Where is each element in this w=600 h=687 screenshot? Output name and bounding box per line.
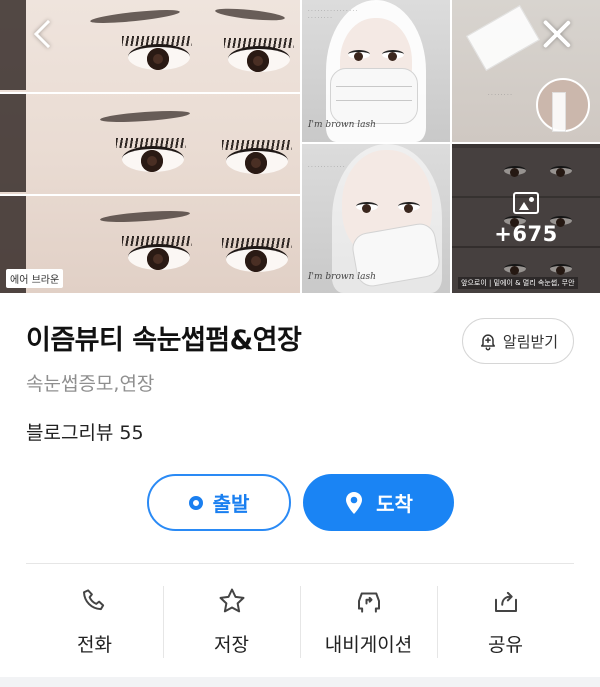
review-label: 블로그리뷰 — [26, 422, 114, 444]
eye — [382, 50, 404, 61]
save-label: 저장 — [214, 634, 249, 656]
more-photos-overlay[interactable]: +675 — [452, 144, 600, 293]
description-text: · · · · · · · · · · · · · · · · · · · · … — [308, 8, 358, 21]
bell-plus-icon — [480, 334, 495, 351]
photo-divider — [0, 194, 300, 196]
hair — [0, 94, 26, 192]
navigation-button[interactable]: 내비게이션 — [300, 566, 437, 676]
eye — [128, 44, 190, 70]
thumbnail-photo[interactable]: · · · · · · · · · · · · · · · · · · · · … — [302, 0, 450, 142]
share-label: 공유 — [488, 634, 523, 656]
description-text: · · · · · · · · · · · · — [308, 164, 345, 170]
watermark: I'm brown lash — [308, 272, 376, 282]
action-bar: 전화 저장 내비게이션 공유 — [26, 566, 574, 676]
navigation-label: 내비게이션 — [324, 634, 413, 656]
photo-caption: 앞으로이 | 밑에이 & 멀리 속눈썹, 무안 — [458, 277, 578, 289]
depart-label: 출발 — [212, 492, 250, 516]
notify-label: 알림받기 — [502, 332, 559, 351]
photo-caption-tag: 에어 브라운 — [6, 269, 64, 288]
eyebrow — [89, 7, 181, 26]
more-photos-count: +675 — [494, 221, 558, 246]
close-button[interactable] — [535, 12, 579, 56]
save-button[interactable]: 저장 — [163, 566, 300, 676]
eyebrow — [99, 108, 191, 125]
ring-icon — [188, 495, 203, 510]
share-icon — [494, 591, 517, 612]
eyebrow — [214, 6, 286, 23]
eyebrow — [99, 208, 191, 225]
share-button[interactable]: 공유 — [437, 566, 574, 676]
close-icon — [541, 18, 573, 50]
more-photos-tile[interactable]: +675 앞으로이 | 밑에이 & 멀리 속눈썹, 무안 — [452, 144, 600, 293]
arrive-label: 도착 — [376, 492, 413, 516]
face-mask — [330, 68, 418, 124]
watermark: I'm brown lash — [308, 120, 376, 130]
bottom-section-spacer — [0, 677, 600, 687]
lash-tape — [466, 5, 540, 71]
phone-icon — [82, 589, 104, 611]
eye — [122, 146, 184, 172]
call-button[interactable]: 전화 — [26, 566, 163, 676]
depart-button[interactable]: 출발 — [147, 474, 291, 531]
eye — [356, 202, 378, 213]
section-divider — [26, 563, 574, 564]
arrive-button[interactable]: 도착 — [303, 474, 454, 531]
description-text: · · · · · · · · — [488, 92, 512, 98]
mask-fold — [336, 100, 412, 101]
back-button[interactable] — [22, 12, 66, 56]
photo-divider — [0, 92, 300, 94]
car-arrow-icon — [357, 592, 380, 613]
place-category: 속눈썹증모,연장 — [26, 373, 155, 395]
review-count: 55 — [119, 422, 144, 444]
photo-gallery[interactable]: 에어 브라운 · · · · · · · · · · · · · · · · ·… — [0, 0, 600, 293]
image-icon — [513, 191, 539, 214]
blog-review-link[interactable]: 블로그리뷰 55 — [26, 418, 144, 445]
eye — [128, 244, 190, 270]
thumbnail-photo[interactable]: · · · · · · · · · · · · I'm brown lash — [302, 144, 450, 293]
eye — [348, 50, 370, 61]
chevron-left-icon — [33, 19, 63, 49]
eye — [226, 246, 288, 272]
star-icon — [219, 588, 244, 613]
mask-fold — [336, 86, 412, 87]
eye — [226, 148, 288, 174]
call-label: 전화 — [77, 634, 112, 656]
lash-tape — [552, 92, 566, 132]
place-title: 이즘뷰티 속눈썹펌&연장 — [26, 325, 302, 356]
notify-button[interactable]: 알림받기 — [462, 318, 574, 364]
eye — [398, 202, 420, 213]
map-pin-icon — [346, 491, 363, 514]
eye — [228, 46, 290, 72]
